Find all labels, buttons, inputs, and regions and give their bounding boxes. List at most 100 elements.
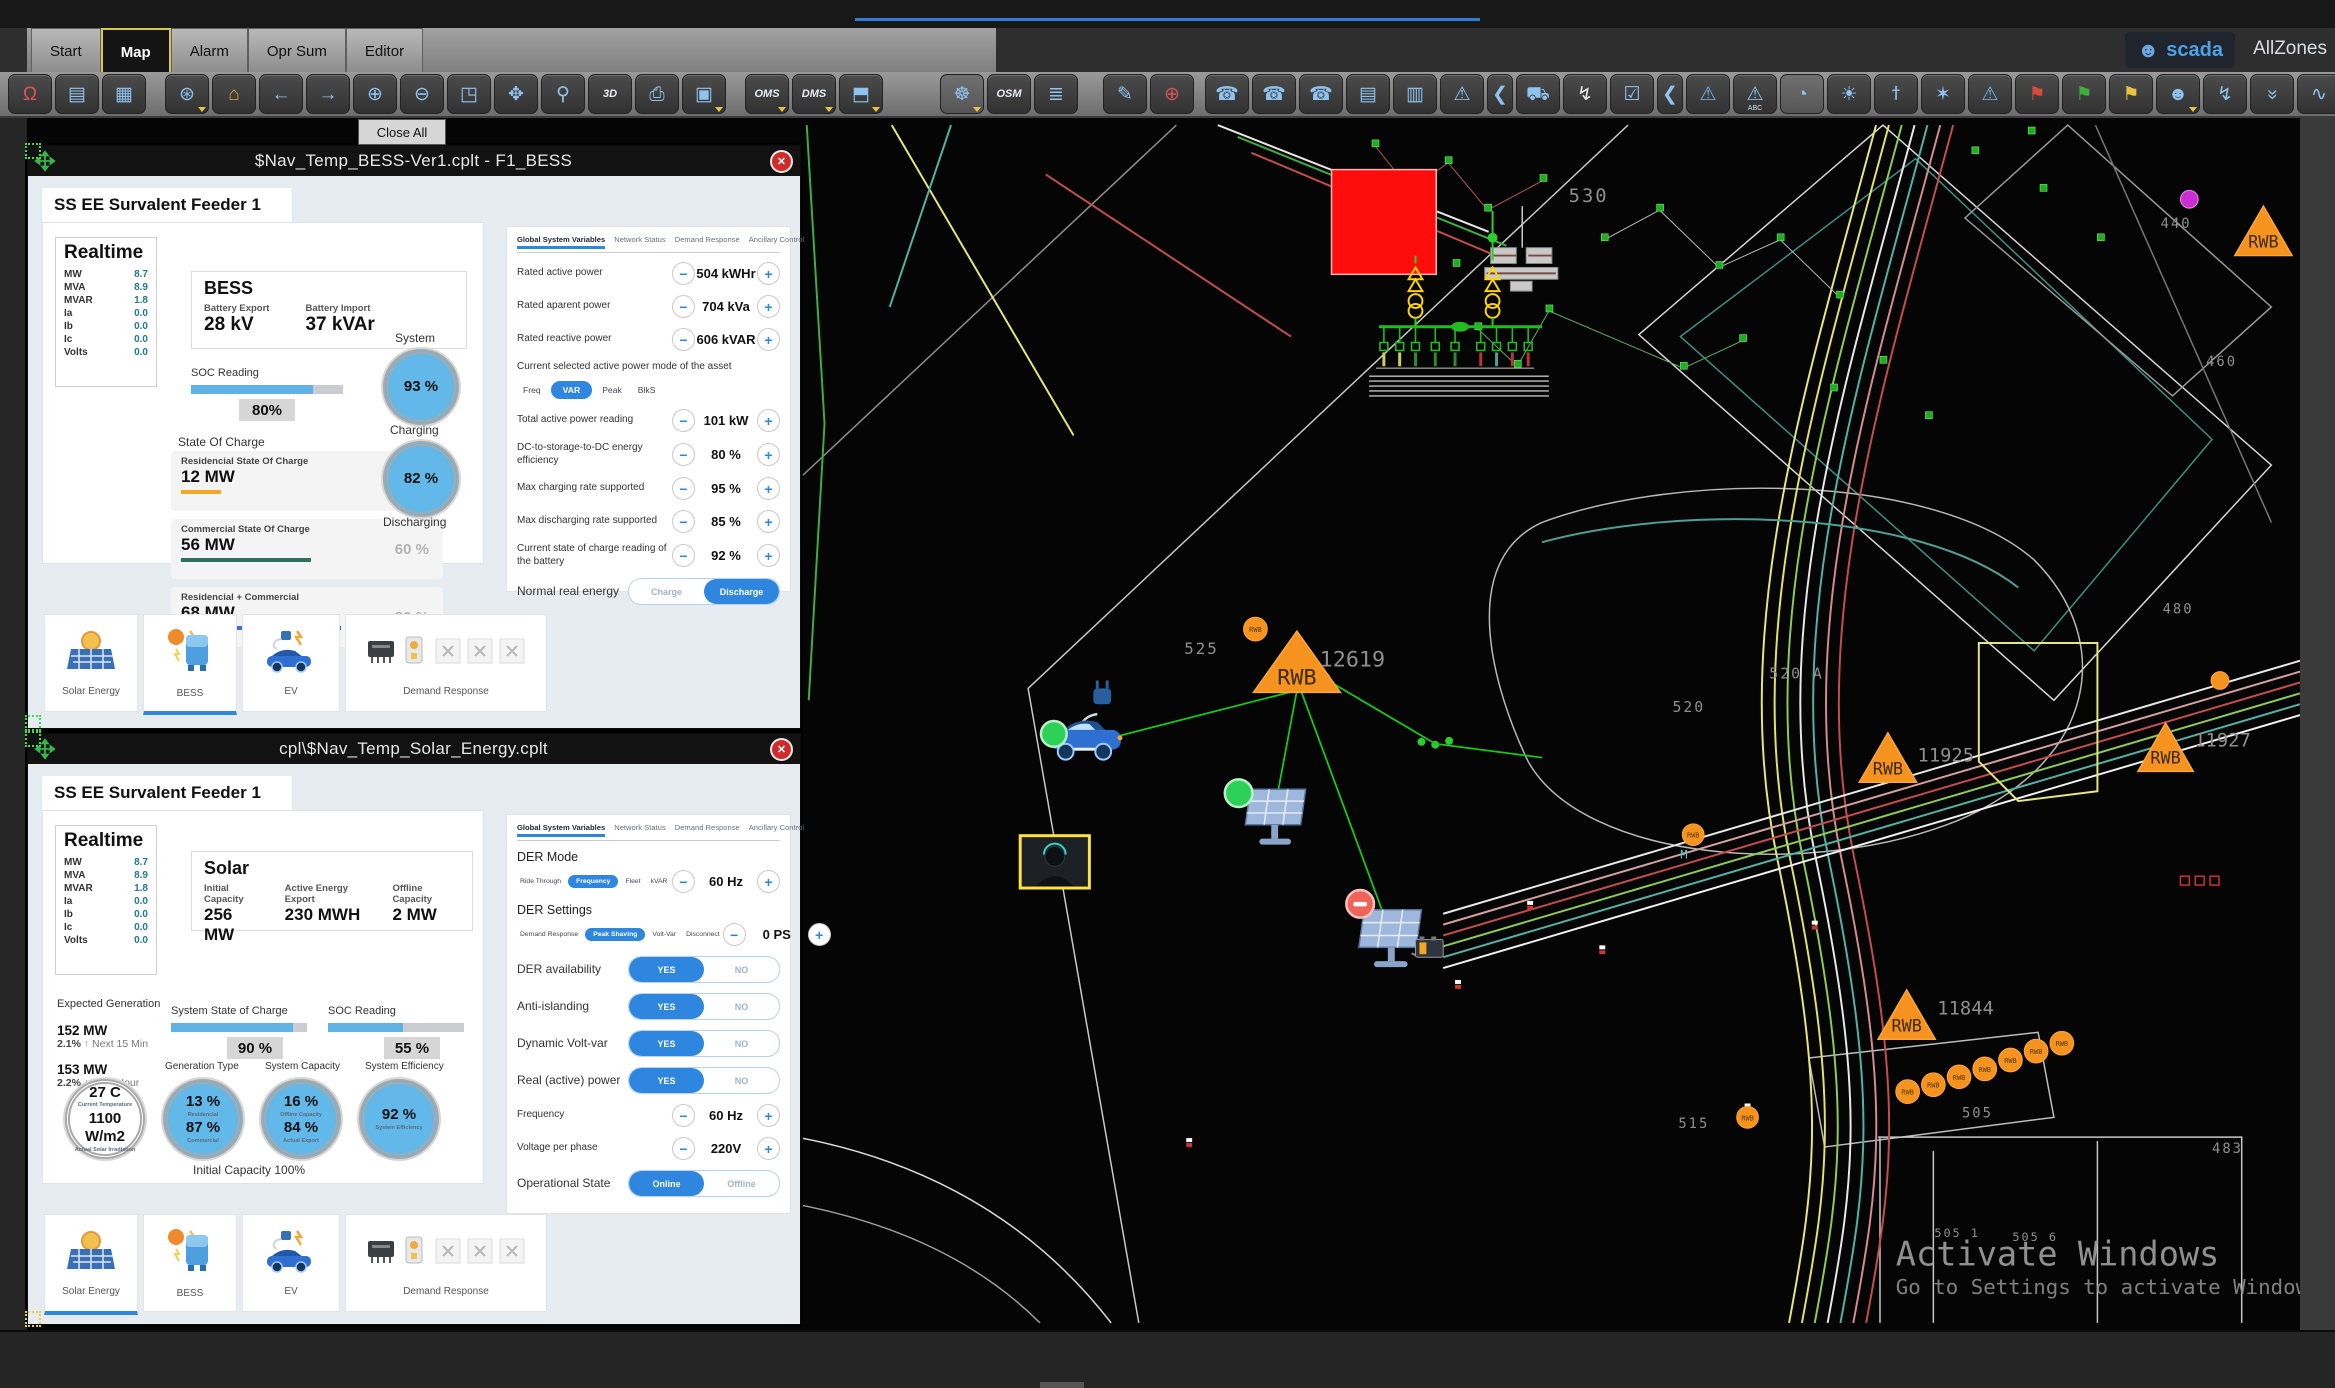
toolbar-chevron-left-2-button[interactable]: ❮ (1657, 74, 1683, 114)
toolbar-street-light-button[interactable]: ϯ (1874, 74, 1918, 114)
rwb-device-circle[interactable]: RWB (1947, 1065, 1971, 1089)
increment-button[interactable]: + (757, 510, 780, 533)
mode-option-var[interactable]: VAR (551, 381, 593, 399)
toolbar-roadwork-button[interactable]: ⚠ (1440, 74, 1484, 114)
zone-selector[interactable]: AllZones (2253, 38, 2327, 60)
increment-button[interactable]: + (757, 409, 780, 432)
increment-button[interactable]: + (808, 923, 831, 946)
rwb-device-circle[interactable]: RWB (1682, 824, 1704, 846)
increment-button[interactable]: + (757, 870, 780, 893)
mode-option-disconnect[interactable]: Disconnect (683, 929, 723, 940)
toolbar-print-button[interactable]: ⎙ (635, 74, 679, 114)
increment-button[interactable]: + (757, 1104, 780, 1127)
mode-option-volt-var[interactable]: Volt-Var (649, 929, 679, 940)
toolbar-tag-card-button[interactable]: ⬒ (839, 74, 883, 114)
rwb-device-circle[interactable]: RWB (1999, 1048, 2023, 1072)
toolbar-zoom-in-button[interactable]: ⊕ (353, 74, 397, 114)
toolbar-power-flash-button[interactable]: ↯ (1563, 74, 1607, 114)
mode-option-ride-through[interactable]: Ride Through (517, 876, 564, 887)
toolbar-worklist-form-button[interactable]: ▤ (1346, 74, 1390, 114)
increment-button[interactable]: + (757, 295, 780, 318)
toolbar-zoom-out-button[interactable]: ⊖ (400, 74, 444, 114)
vars-tab-global-system-variables[interactable]: Global System Variables (517, 823, 605, 837)
tab-opr-sum[interactable]: Opr Sum (248, 28, 346, 73)
mode-option-fleet[interactable]: Fleet (622, 876, 643, 887)
solar-battery-icon[interactable] (1346, 890, 1443, 967)
toolbar-zoom-window-button[interactable]: ◳ (447, 74, 491, 114)
decrement-button[interactable]: − (672, 1137, 695, 1160)
rwb-device-circle[interactable] (2211, 672, 2229, 690)
vars-tab-network-status[interactable]: Network Status (614, 235, 666, 249)
tab-map[interactable]: Map (101, 28, 171, 76)
toolbar-layers-list-button[interactable]: ≣ (1034, 74, 1078, 114)
toolbar-pin-green-ok-button[interactable]: ⚑ (2062, 74, 2106, 114)
toolbar-call-power-button[interactable]: ☎ (1205, 74, 1249, 114)
solar-panel-titlebar[interactable]: cpl\$Nav_Temp_Solar_Energy.cplt ✕ (28, 734, 800, 764)
mode-option-kvar[interactable]: kVAR (648, 876, 671, 887)
rwb-device-circle[interactable]: RWB (1973, 1057, 1997, 1081)
vars-tab-demand-response[interactable]: Demand Response (675, 235, 740, 249)
der-card-solar-energy[interactable]: Solar Energy (44, 614, 138, 712)
feeder-tab[interactable]: SS EE Survalent Feeder 1 (42, 188, 292, 222)
toolbar-call-alert-button[interactable]: ☎ (1252, 74, 1296, 114)
der-card-bess[interactable]: BESS (143, 1214, 237, 1312)
rwb-device-triangle[interactable]: RWB11927 (2138, 723, 2251, 771)
increment-button[interactable]: + (757, 443, 780, 466)
toggle-normal-real-energy[interactable]: ChargeDischarge (628, 578, 780, 605)
vars-tab-demand-response[interactable]: Demand Response (675, 823, 740, 837)
mode-option-blks[interactable]: BlkS (632, 383, 662, 397)
toolbar-dms-button[interactable]: DMS (792, 74, 836, 114)
toolbar-pin-red-fault-button[interactable]: ⚑ (2015, 74, 2059, 114)
der-card-bess[interactable]: BESS (143, 614, 237, 715)
decrement-button[interactable]: − (672, 477, 695, 500)
toolbar-arc-flash-button[interactable]: ⚠ (1968, 74, 2012, 114)
toolbar-draw-pen-button[interactable]: ✎ (1103, 74, 1147, 114)
toolbar-chevron-left-button[interactable]: ❮ (1487, 74, 1513, 114)
tab-start[interactable]: Start (31, 28, 101, 73)
decrement-button[interactable]: − (723, 923, 746, 946)
mode-option-peak[interactable]: Peak (596, 383, 628, 397)
rwb-device-triangle[interactable]: RWB11844 (1878, 990, 1994, 1039)
toggle-der-availability[interactable]: YESNO (628, 956, 780, 983)
rwb-device-circle[interactable]: RWB (1896, 1080, 1920, 1104)
alarm-square[interactable] (1332, 170, 1437, 275)
toggle-real-active-power[interactable]: YESNO (628, 1067, 780, 1094)
rwb-device-circle[interactable]: RWB (1921, 1073, 1945, 1097)
ev-charger-icon[interactable] (1041, 681, 1123, 760)
der-card-ev[interactable]: EV (242, 614, 340, 712)
toolbar-switch-orders-button[interactable]: ☑ (1610, 74, 1654, 114)
dropdown-arrow-icon[interactable] (973, 107, 981, 112)
rwb-device-triangle[interactable]: RWB (2235, 206, 2292, 255)
toolbar-oms-button[interactable]: OMS (745, 74, 789, 114)
rwb-device-circle[interactable]: RWB (2050, 1031, 2074, 1055)
increment-button[interactable]: + (757, 477, 780, 500)
rwb-device-triangle[interactable]: RWB12619 (1253, 631, 1385, 692)
toolbar-home-button[interactable]: ⌂ (212, 74, 256, 114)
dropdown-arrow-icon[interactable] (872, 107, 880, 112)
dropdown-arrow-icon[interactable] (2189, 107, 2197, 112)
rwb-device-circle[interactable]: RWB (2024, 1039, 2048, 1063)
tab-alarm[interactable]: Alarm (171, 28, 248, 73)
toolbar-energy-list-button[interactable]: ↯ (2203, 74, 2247, 114)
vars-tab-ancillary-control[interactable]: Ancillary Control (749, 235, 804, 249)
toolbar-pan-button[interactable]: ✥ (494, 74, 538, 114)
toolbar-trend-chart-button[interactable]: ∿ (2297, 74, 2335, 114)
rwb-device-circle[interactable]: RWB (1737, 1106, 1759, 1128)
toolbar-settings-gear-button[interactable]: ☸ (940, 74, 984, 114)
feeder-tab[interactable]: SS EE Survalent Feeder 1 (42, 776, 292, 810)
dropdown-arrow-icon[interactable] (778, 107, 786, 112)
toggle-anti-islanding[interactable]: YESNO (628, 993, 780, 1020)
toolbar-folder-button[interactable]: ▤ (55, 74, 99, 114)
solar-close-icon[interactable]: ✕ (770, 738, 793, 761)
toolbar-hazard-triangle-button[interactable]: ⚠ (1686, 74, 1730, 114)
toolbar-map-globe-button[interactable]: ⊛ (165, 74, 209, 114)
toggle-dynamic-volt-var[interactable]: YESNO (628, 1030, 780, 1057)
decrement-button[interactable]: − (672, 262, 695, 285)
toolbar-network-web-button[interactable]: ✶ (1921, 74, 1965, 114)
decrement-button[interactable]: − (672, 409, 695, 432)
increment-button[interactable]: + (757, 262, 780, 285)
toolbar-globe-pin-button[interactable]: ⊕ (1150, 74, 1194, 114)
decrement-button[interactable]: − (672, 544, 695, 567)
rwb-device-circle[interactable]: RWB (1244, 617, 1268, 641)
decrement-button[interactable]: − (672, 443, 695, 466)
